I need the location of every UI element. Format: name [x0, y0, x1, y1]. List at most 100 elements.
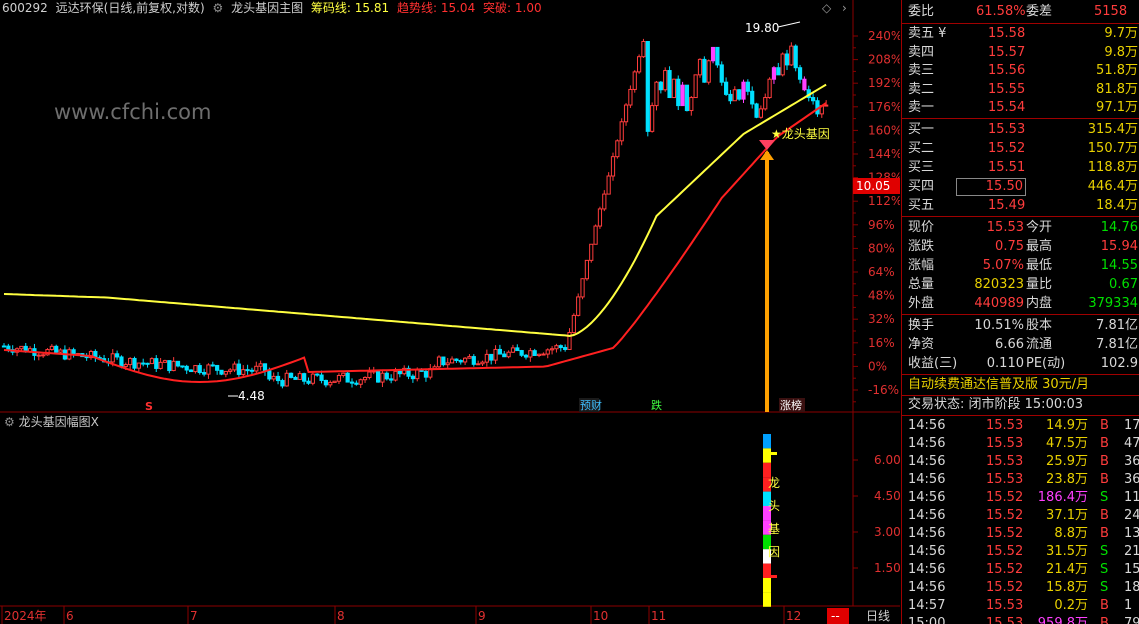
candle-body	[423, 370, 429, 378]
quote-label-2: 内盘	[1026, 296, 1053, 311]
candle-body	[541, 353, 546, 356]
candle-body	[784, 53, 790, 66]
candle-body	[658, 81, 663, 91]
quote-value-2: 14.55	[1100, 258, 1138, 273]
candle-body	[684, 84, 690, 112]
sub-axis-label: 1.50	[874, 561, 900, 575]
break-value-text: 1.00	[514, 1, 542, 15]
fundamental-row: 净资 6.66 流通 7.81亿	[902, 336, 1139, 354]
candle-body	[380, 372, 385, 383]
tick-time: 14:56	[908, 526, 946, 541]
settings-gear-icon[interactable]: ⚙	[212, 1, 223, 15]
candle-body	[223, 370, 228, 375]
candle-body	[323, 379, 328, 386]
ask-price: 15.54	[988, 100, 1026, 116]
candle-body	[467, 356, 472, 359]
candle-body	[763, 97, 768, 110]
bid-volume: 118.8万	[1087, 160, 1138, 175]
candle-body	[241, 369, 246, 375]
tick-price: 15.52	[986, 508, 1024, 523]
candle-body	[415, 369, 420, 380]
tick-side: B	[1100, 454, 1109, 469]
fund-label: 换手	[908, 318, 935, 333]
candle-body	[358, 379, 363, 385]
current-price-tag: 10.05	[853, 178, 900, 194]
quote-row: 外盘 440989 内盘 379334	[902, 295, 1139, 313]
candle-body	[349, 381, 355, 384]
tick-volume: 31.5万	[1046, 544, 1088, 559]
candle-body	[115, 353, 120, 358]
bid-label: 买一	[908, 122, 935, 137]
candle-body	[258, 363, 263, 367]
candle-body	[802, 78, 807, 91]
diamond-icon[interactable]: ◇	[822, 1, 831, 15]
time-axis-label: 8	[337, 609, 345, 623]
diff-value: 5158	[1094, 4, 1128, 19]
candle-body	[480, 361, 485, 365]
price-axis-label: -16%	[868, 383, 899, 397]
tick-count: 21	[1124, 544, 1139, 559]
tick-count: 15	[1124, 562, 1139, 577]
candle-body	[663, 70, 668, 91]
candle-body	[132, 357, 137, 369]
candle-body	[136, 362, 141, 369]
tick-volume: 959.8万	[1037, 616, 1088, 624]
candle-body	[545, 349, 550, 355]
signal-label: ★龙头基因	[771, 127, 830, 141]
candle-body	[706, 60, 711, 83]
tick-side: S	[1100, 580, 1109, 595]
candle-body	[558, 345, 563, 349]
candle-body	[345, 372, 350, 383]
candle-body	[219, 369, 224, 375]
candle-body	[332, 380, 337, 383]
tick-volume: 25.9万	[1046, 454, 1088, 469]
tick-volume: 21.4万	[1046, 562, 1088, 577]
chevron-right-icon[interactable]: ›	[842, 1, 847, 15]
candle-body	[619, 121, 624, 142]
dash-tab-label: --	[831, 609, 840, 623]
price-axis-label: 0%	[868, 359, 887, 373]
kline-chart-svg[interactable]: 240%208%192%176%160%144%128%112%96%80%64…	[0, 0, 902, 624]
tick-count: 116	[1124, 490, 1139, 505]
candle-body	[484, 353, 489, 363]
candle-body	[341, 372, 346, 376]
candle-body	[776, 67, 781, 76]
ask-volume: 51.8万	[1096, 63, 1138, 79]
kline-chart-area[interactable]: 240%208%192%176%160%144%128%112%96%80%64…	[0, 0, 902, 624]
ask-price: 15.56	[988, 63, 1026, 79]
trend-label-text: 趋势线:	[396, 1, 438, 15]
tick-count: 17	[1124, 418, 1139, 433]
ask-row: 卖一 15.54 97.1万	[902, 99, 1139, 117]
tick-side: B	[1100, 508, 1109, 523]
candle-body	[254, 365, 259, 372]
price-axis-label: 160%	[868, 123, 900, 137]
tick-time: 14:56	[908, 562, 946, 577]
tick-time: 14:56	[908, 580, 946, 595]
bid-row: 买一 15.53 315.4万	[902, 121, 1139, 139]
candle-body	[297, 373, 302, 380]
candle-body	[310, 373, 315, 384]
candle-body	[158, 361, 163, 369]
price-axis-label: 112%	[868, 194, 900, 208]
candle-body	[471, 356, 476, 365]
settings-gear-icon-sub[interactable]: ⚙	[4, 415, 15, 429]
time-axis-label: 12	[786, 609, 801, 623]
tick-row: 14:57 15.53 0.2万 B 1	[902, 597, 1139, 615]
candle-body	[580, 278, 585, 298]
event-c-label: 涨榜	[780, 398, 802, 412]
candle-body	[532, 350, 537, 356]
tick-row: 14:56 15.53 47.5万 B 47	[902, 435, 1139, 453]
candle-body	[71, 349, 76, 355]
sell-marker: S	[145, 400, 153, 413]
indicator-name[interactable]: 龙头基因主图	[231, 1, 303, 15]
tick-row: 14:56 15.52 37.1万 B 24	[902, 507, 1139, 525]
tick-time: 14:57	[908, 598, 946, 613]
quote-label-2: 最低	[1026, 258, 1053, 273]
sub-panel-title[interactable]: ⚙ 龙头基因幅图X	[4, 414, 99, 430]
ratio-label: 委比	[908, 4, 935, 19]
promo-text[interactable]: 自动续费通达信普及版 30元/月	[902, 376, 1139, 394]
tick-side: B	[1100, 436, 1109, 451]
bid-volume: 315.4万	[1087, 122, 1138, 137]
sub-bar-segment	[763, 578, 771, 593]
tick-row: 14:56 15.53 25.9万 B 36	[902, 453, 1139, 471]
